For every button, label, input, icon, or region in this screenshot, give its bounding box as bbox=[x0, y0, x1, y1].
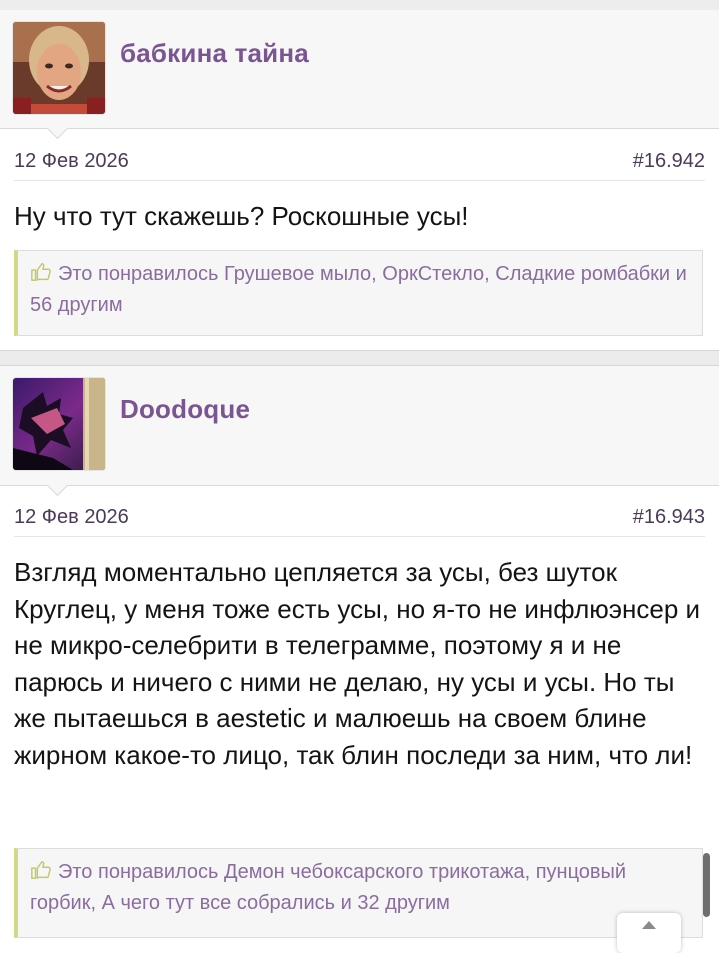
post-date[interactable]: 12 Фев 2026 bbox=[14, 150, 129, 173]
avatar[interactable] bbox=[13, 378, 105, 470]
scroll-to-top-button[interactable] bbox=[617, 913, 681, 953]
username[interactable]: Doodoque bbox=[120, 394, 250, 425]
post-meta: 12 Фев 2026 #16.942 bbox=[14, 140, 705, 181]
avatar[interactable] bbox=[13, 22, 105, 114]
post-message: Взгляд моментально цепляется за усы, без… bbox=[14, 557, 701, 770]
username[interactable]: бабкина тайна bbox=[120, 38, 309, 69]
user-info-bar: бабкина тайна bbox=[0, 10, 719, 140]
thumbs-up-icon bbox=[31, 263, 51, 281]
likes-text[interactable]: Это понравилось Демон чебоксарского трик… bbox=[30, 861, 626, 914]
likes-summary: Это понравилось Грушевое мыло, ОркСтекло… bbox=[14, 250, 703, 336]
chevron-up-icon bbox=[642, 921, 656, 929]
post-date[interactable]: 12 Фев 2026 bbox=[14, 506, 129, 529]
avatar-pointer bbox=[46, 474, 69, 497]
avatar-image bbox=[13, 22, 105, 114]
post-divider bbox=[0, 350, 719, 366]
post-number[interactable]: #16.942 bbox=[633, 150, 705, 173]
avatar-image bbox=[13, 378, 105, 470]
likes-text[interactable]: Это понравилось Грушевое мыло, ОркСтекло… bbox=[30, 263, 687, 316]
user-info-bar: Doodoque bbox=[0, 366, 719, 497]
avatar-pointer bbox=[46, 117, 69, 140]
likes-summary: Это понравилось Демон чебоксарского трик… bbox=[14, 848, 703, 938]
post-number[interactable]: #16.943 bbox=[633, 506, 705, 529]
post-meta: 12 Фев 2026 #16.943 bbox=[14, 496, 705, 537]
thumbs-up-icon bbox=[31, 861, 51, 879]
post-message: Ну что тут скажешь? Роскошные усы! bbox=[14, 201, 469, 231]
scrollbar[interactable] bbox=[703, 853, 710, 917]
